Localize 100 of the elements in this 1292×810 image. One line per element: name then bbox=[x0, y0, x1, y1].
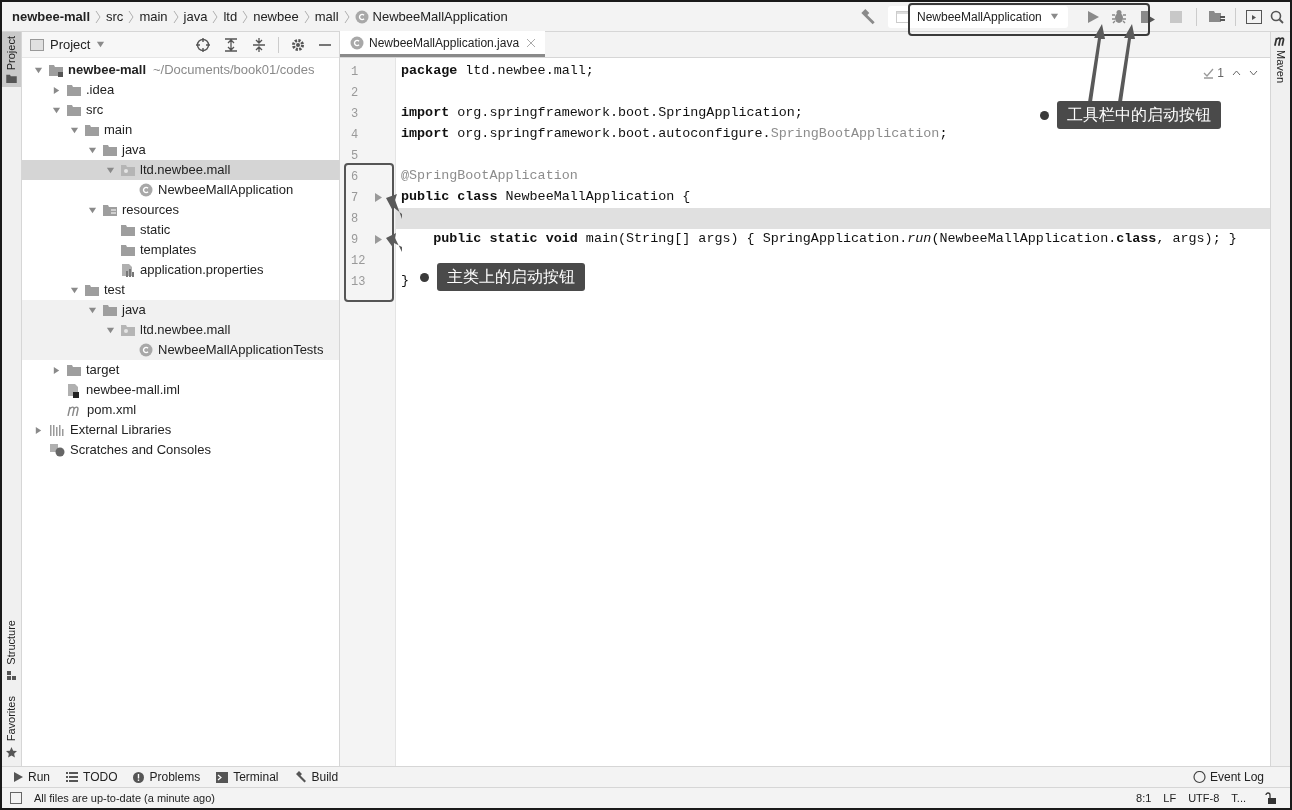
view-selector[interactable]: Project bbox=[50, 34, 106, 55]
code-line: import org.springframework.boot.autoconfigure.SpringBootApplication; bbox=[401, 125, 948, 144]
breadcrumb[interactable]: newbee bbox=[253, 6, 299, 27]
status-item[interactable]: T... bbox=[1231, 789, 1246, 807]
tree-item-label: NewbeeMallApplication bbox=[158, 181, 294, 200]
status-item[interactable]: UTF-8 bbox=[1188, 789, 1220, 807]
module-file-icon bbox=[67, 382, 81, 398]
tree-item[interactable]: java bbox=[22, 140, 339, 160]
collapse-all-icon[interactable] bbox=[252, 37, 266, 52]
tool-window-tab[interactable]: Structure bbox=[2, 612, 21, 688]
tree-item[interactable]: NewbeeMallApplicationTests bbox=[22, 340, 339, 360]
search-icon[interactable] bbox=[1270, 9, 1284, 24]
dropdown-arrow-icon[interactable] bbox=[96, 40, 106, 49]
speech-bubble-icon bbox=[1192, 770, 1206, 784]
debug-bug-icon[interactable] bbox=[1112, 9, 1126, 24]
tool-window-button[interactable]: Terminal bbox=[216, 768, 279, 786]
status-item[interactable]: LF bbox=[1163, 789, 1177, 807]
tool-window-button[interactable]: Problems bbox=[133, 768, 201, 786]
tree-item[interactable]: java bbox=[22, 300, 339, 320]
breadcrumb[interactable]: java bbox=[183, 6, 208, 27]
code-line: public static void main(String[] args) { SpringApplication.run(NewbeeMallApplication.class, args); } bbox=[432, 230, 1237, 249]
tree-item[interactable]: ltd.newbee.mall bbox=[22, 320, 339, 340]
expanded-arrow-icon[interactable] bbox=[33, 65, 43, 75]
tree-item[interactable]: application.properties bbox=[22, 260, 339, 280]
tree-item-label: ltd.newbee.mall bbox=[140, 321, 231, 340]
tree-item[interactable]: newbee-mall.iml bbox=[22, 380, 339, 400]
tree-item[interactable]: test bbox=[22, 280, 339, 300]
tool-window-button[interactable]: TODO bbox=[66, 768, 118, 786]
hammer-icon[interactable] bbox=[860, 8, 876, 25]
tool-window-tab[interactable]: Favorites bbox=[2, 687, 21, 766]
tree-item[interactable]: External Libraries bbox=[22, 420, 339, 440]
tree-item[interactable]: main bbox=[22, 120, 339, 140]
expanded-arrow-icon[interactable] bbox=[87, 205, 97, 215]
expand-all-icon[interactable] bbox=[224, 37, 238, 52]
collapsed-arrow-icon[interactable] bbox=[51, 85, 61, 95]
tree-item[interactable]: Scratches and Consoles bbox=[22, 440, 339, 460]
maven-file-icon bbox=[67, 404, 82, 416]
target-icon[interactable] bbox=[196, 37, 210, 52]
tree-item[interactable]: ltd.newbee.mall bbox=[22, 160, 339, 180]
terminal-icon bbox=[216, 771, 229, 783]
tree-item-label: java bbox=[122, 141, 146, 160]
tool-window-tab[interactable]: Maven bbox=[1275, 50, 1286, 84]
editor-tab[interactable]: NewbeeMallApplication.java bbox=[340, 31, 546, 57]
breadcrumb[interactable]: ltd bbox=[223, 6, 238, 27]
tree-item-label: resources bbox=[122, 201, 180, 220]
tree-item[interactable]: .idea bbox=[22, 80, 339, 100]
dropdown-arrow-icon[interactable] bbox=[1049, 12, 1059, 21]
arrow bbox=[386, 233, 402, 253]
folder-icon bbox=[103, 144, 117, 156]
breadcrumb[interactable]: NewbeeMallApplication bbox=[354, 6, 508, 27]
problems-indicator[interactable]: 1 bbox=[1203, 64, 1224, 82]
tree-item-label: main bbox=[104, 121, 133, 140]
tree-item[interactable]: templates bbox=[22, 240, 339, 260]
breadcrumb[interactable]: newbee-mall bbox=[12, 6, 91, 27]
tool-window-tab[interactable]: Project bbox=[2, 32, 21, 88]
up-chevron-icon[interactable] bbox=[1232, 70, 1241, 76]
code-line: public class NewbeeMallApplication { bbox=[401, 188, 691, 207]
run-gutter-icon[interactable] bbox=[375, 235, 382, 244]
tool-window-button[interactable]: Run bbox=[14, 768, 50, 786]
status-item[interactable]: 8:1 bbox=[1136, 789, 1152, 807]
breadcrumb[interactable]: main bbox=[139, 6, 168, 27]
code-line: @SpringBootApplication bbox=[401, 167, 578, 186]
code-line: } bbox=[401, 272, 410, 291]
collapsed-arrow-icon[interactable] bbox=[51, 365, 61, 375]
line-number: 9 bbox=[351, 231, 360, 249]
tree-item[interactable]: resources bbox=[22, 200, 339, 220]
tree-item[interactable]: src bbox=[22, 100, 339, 120]
run-icon[interactable] bbox=[1088, 10, 1099, 23]
settings-icon[interactable] bbox=[291, 37, 305, 52]
tree-item[interactable]: target bbox=[22, 360, 339, 380]
class-icon bbox=[139, 343, 153, 357]
presentation-icon[interactable] bbox=[1246, 9, 1262, 24]
class-icon bbox=[354, 9, 369, 24]
tree-item-label: .idea bbox=[86, 81, 115, 100]
tree-item[interactable]: pom.xml bbox=[22, 400, 339, 420]
folder-icon bbox=[85, 284, 99, 296]
line-number: 5 bbox=[351, 147, 360, 165]
chevron-icon bbox=[212, 9, 219, 24]
lock-icon[interactable] bbox=[1264, 792, 1276, 804]
tree-item[interactable]: static bbox=[22, 220, 339, 240]
tool-window-button[interactable]: Build bbox=[294, 768, 339, 786]
tree-item[interactable]: newbee-mall ~/Documents/book01/codes bbox=[22, 60, 339, 80]
chevron-icon bbox=[303, 9, 310, 24]
coverage-icon[interactable] bbox=[1140, 9, 1156, 24]
line-number: 3 bbox=[351, 105, 360, 123]
collapsed-arrow-icon[interactable] bbox=[33, 425, 43, 435]
tree-item[interactable]: NewbeeMallApplication bbox=[22, 180, 339, 200]
project-structure-icon[interactable] bbox=[1209, 10, 1225, 23]
panel-toggle-icon[interactable] bbox=[10, 792, 22, 804]
breadcrumb[interactable]: mall bbox=[314, 6, 339, 27]
down-chevron-icon[interactable] bbox=[1249, 70, 1258, 76]
breadcrumb[interactable]: src bbox=[106, 6, 124, 27]
star-icon bbox=[6, 747, 17, 758]
run-gutter-icon[interactable] bbox=[375, 193, 382, 202]
callout-label: 主类上的启动按钮 bbox=[437, 263, 585, 291]
close-icon[interactable] bbox=[527, 38, 536, 47]
tree-item-label: newbee-mall bbox=[68, 61, 147, 80]
tree-item-label: test bbox=[104, 281, 125, 300]
run-configuration-dropdown[interactable]: NewbeeMallApplication bbox=[888, 5, 1068, 28]
event-log-button[interactable]: Event Log bbox=[1192, 768, 1264, 786]
